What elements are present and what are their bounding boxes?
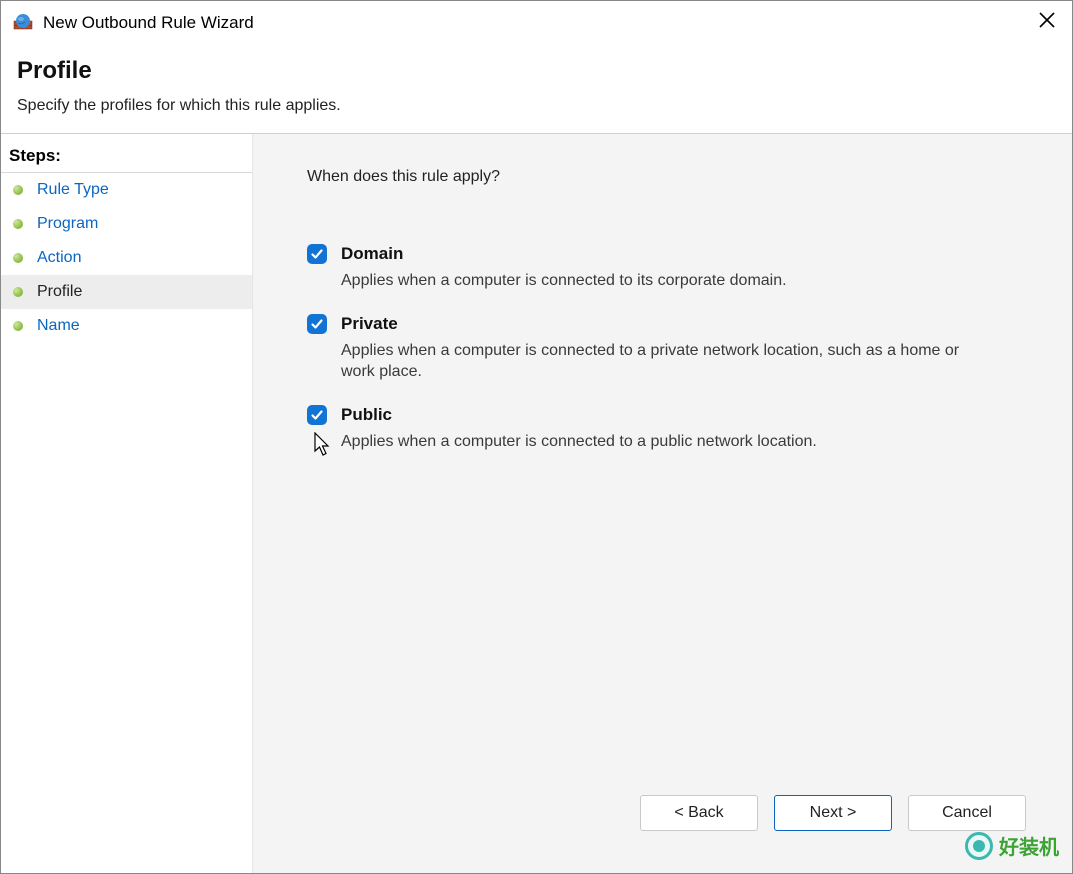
next-button[interactable]: Next >	[774, 795, 892, 831]
cancel-button[interactable]: Cancel	[908, 795, 1026, 831]
step-label: Name	[37, 317, 80, 335]
checkbox-domain[interactable]	[307, 244, 327, 264]
wizard-button-bar: < Back Next > Cancel	[307, 795, 1032, 855]
wizard-content: When does this rule apply? Domain Applie…	[253, 134, 1072, 873]
step-label: Action	[37, 249, 81, 267]
wizard-body: Steps: Rule Type Program Action Profile …	[1, 133, 1072, 873]
page-subtitle: Specify the profiles for which this rule…	[17, 97, 1056, 115]
profile-name: Public	[341, 405, 392, 425]
steps-sidebar: Steps: Rule Type Program Action Profile …	[1, 134, 253, 873]
check-icon	[310, 247, 324, 261]
profile-name: Private	[341, 314, 398, 334]
step-label: Rule Type	[37, 181, 109, 199]
window-title: New Outbound Rule Wizard	[43, 13, 1034, 33]
step-name[interactable]: Name	[1, 309, 252, 343]
profile-desc: Applies when a computer is connected to …	[341, 340, 981, 383]
profile-public: Public Applies when a computer is connec…	[307, 405, 1032, 453]
profile-name: Domain	[341, 244, 403, 264]
content-question: When does this rule apply?	[307, 168, 1032, 186]
back-button[interactable]: < Back	[640, 795, 758, 831]
check-icon	[310, 408, 324, 422]
step-rule-type[interactable]: Rule Type	[1, 173, 252, 207]
step-profile[interactable]: Profile	[1, 275, 252, 309]
check-icon	[310, 317, 324, 331]
profile-desc: Applies when a computer is connected to …	[341, 270, 981, 292]
step-program[interactable]: Program	[1, 207, 252, 241]
step-label: Program	[37, 215, 98, 233]
step-bullet-icon	[13, 287, 23, 297]
step-bullet-icon	[13, 185, 23, 195]
profile-desc: Applies when a computer is connected to …	[341, 431, 981, 453]
step-action[interactable]: Action	[1, 241, 252, 275]
profile-domain: Domain Applies when a computer is connec…	[307, 244, 1032, 292]
close-button[interactable]	[1034, 7, 1060, 38]
page-title: Profile	[17, 57, 1056, 85]
wizard-window: New Outbound Rule Wizard Profile Specify…	[0, 0, 1073, 874]
step-bullet-icon	[13, 219, 23, 229]
checkbox-private[interactable]	[307, 314, 327, 334]
steps-heading: Steps:	[1, 142, 252, 173]
firewall-app-icon	[13, 13, 33, 33]
profile-private: Private Applies when a computer is conne…	[307, 314, 1032, 383]
wizard-header: Profile Specify the profiles for which t…	[1, 45, 1072, 133]
close-icon	[1038, 11, 1056, 29]
titlebar: New Outbound Rule Wizard	[1, 1, 1072, 45]
checkbox-public[interactable]	[307, 405, 327, 425]
step-label: Profile	[37, 283, 82, 301]
step-bullet-icon	[13, 321, 23, 331]
step-bullet-icon	[13, 253, 23, 263]
